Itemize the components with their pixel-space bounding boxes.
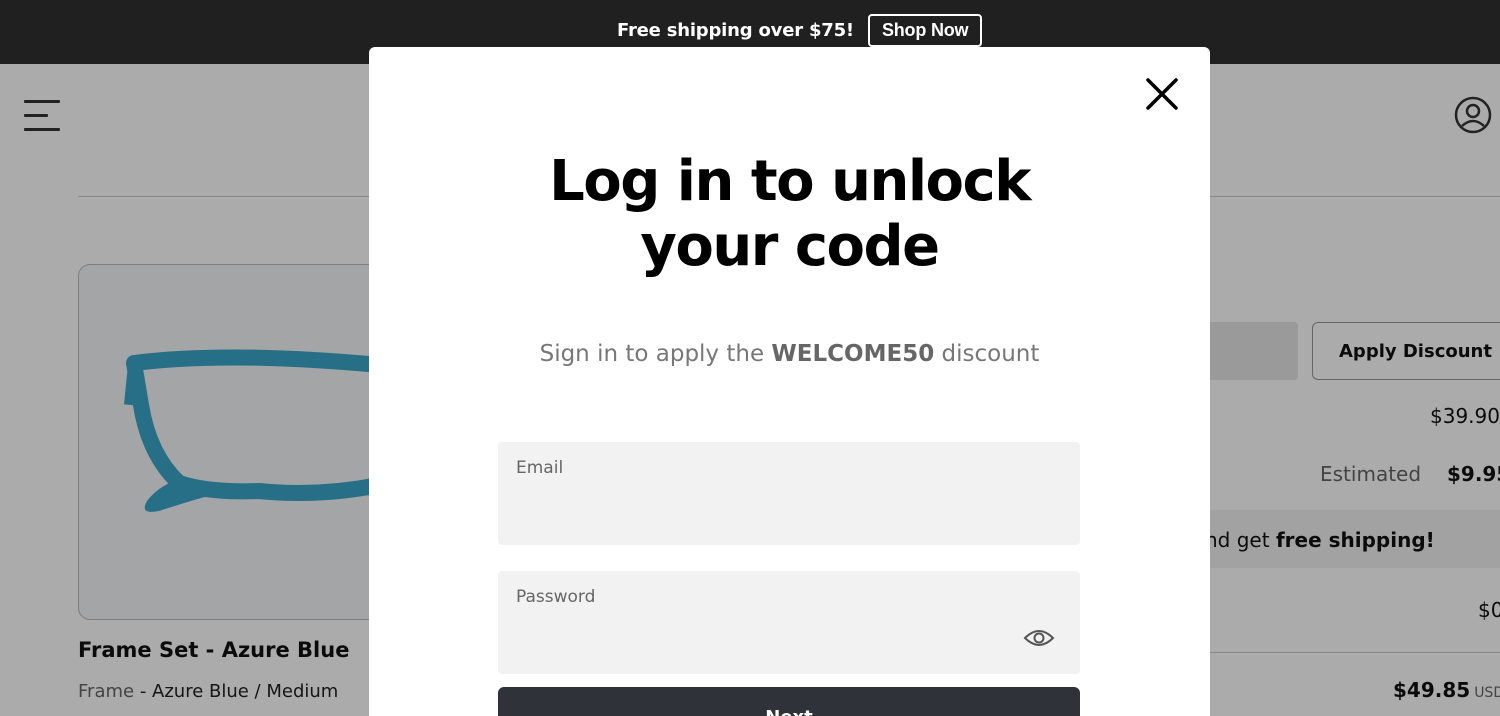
promo-text: Free shipping over $75!: [617, 20, 854, 41]
email-field[interactable]: Email: [498, 442, 1080, 545]
email-input[interactable]: [516, 490, 996, 526]
login-modal: Log in to unlock your code Sign in to ap…: [369, 47, 1210, 716]
password-input[interactable]: [516, 619, 996, 655]
close-icon[interactable]: [1145, 77, 1179, 111]
modal-subtitle: Sign in to apply the WELCOME50 discount: [369, 341, 1210, 367]
password-label: Password: [516, 587, 596, 607]
promo-content: Free shipping over $75! Shop Now: [617, 14, 983, 47]
modal-title: Log in to unlock your code: [549, 149, 1031, 279]
email-label: Email: [516, 458, 564, 478]
password-field[interactable]: Password: [498, 571, 1080, 674]
submit-button[interactable]: Next: [498, 687, 1080, 716]
subtitle-prefix: Sign in to apply the: [539, 341, 772, 367]
shop-now-button[interactable]: Shop Now: [867, 14, 983, 47]
discount-code: WELCOME50: [771, 341, 935, 367]
subtitle-suffix: discount: [934, 341, 1040, 367]
eye-icon[interactable]: [1023, 626, 1055, 650]
